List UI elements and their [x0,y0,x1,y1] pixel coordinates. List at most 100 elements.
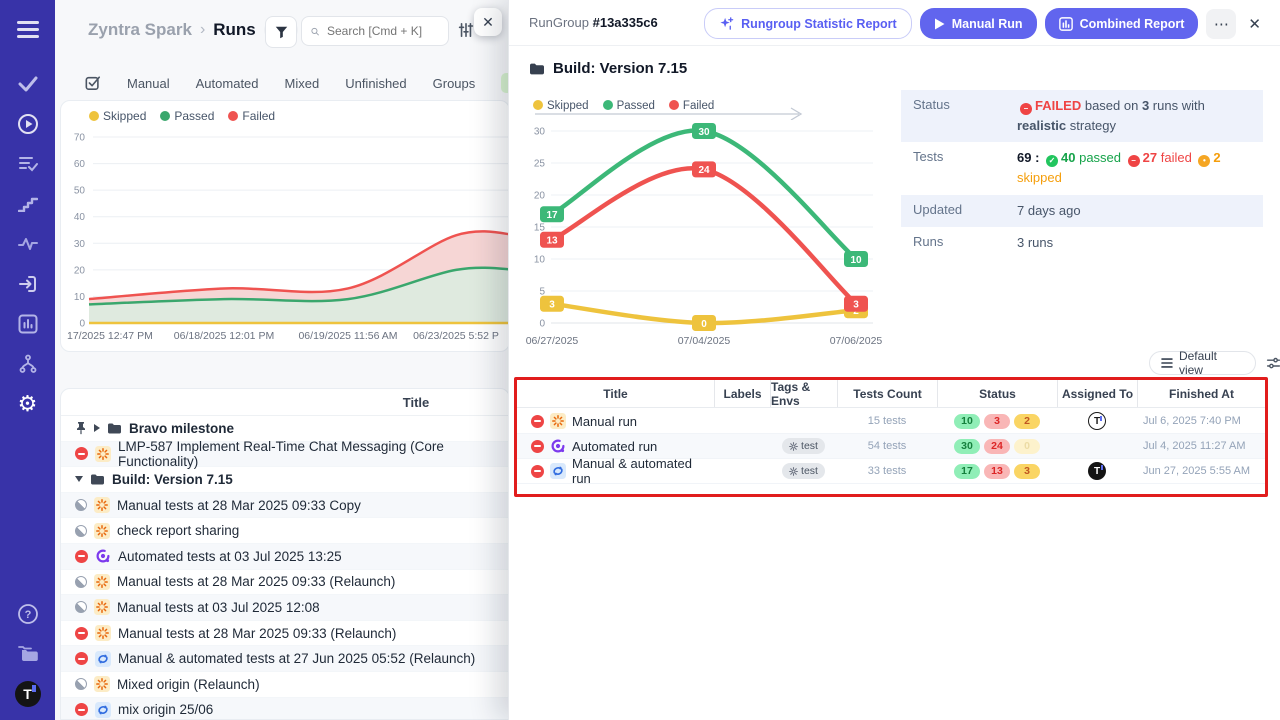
manual-run-type-icon [94,574,110,590]
mixed-run-type-icon [95,651,111,667]
legend-label: Passed [174,109,214,123]
milestones-stairs-icon[interactable] [0,184,55,224]
info-text: 2 [1213,150,1220,165]
chart-legend: Skipped Passed Failed [89,109,275,123]
folder-icon [90,473,105,486]
in-progress-status-icon [75,576,87,588]
close-overlay-button[interactable]: ✕ [474,8,502,36]
finished-at-cell: Jul 6, 2025 7:40 PM [1137,415,1265,427]
chevron-down-icon[interactable] [75,476,83,482]
bar-chart-icon [1059,17,1073,31]
projects-folders-icon[interactable] [0,634,55,674]
list-item[interactable]: Build: Version 7.15 [61,467,509,493]
tab-unfinished[interactable]: Unfinished [345,76,406,91]
legend-item-skipped: Skipped [89,109,146,123]
hamburger-menu-icon[interactable] [0,10,55,50]
list-item[interactable]: Mixed origin (Relaunch) [61,672,509,698]
column-header-assigned-to[interactable]: Assigned To [1057,380,1137,407]
rungroup-statistic-report-button[interactable]: Rungroup Statistic Report [704,8,912,39]
app-root: ⚙ ? T Zyntra Spark › Runs 24 3 [0,0,1280,720]
tests-check-icon[interactable] [0,64,55,104]
info-text: runs with [1149,98,1205,113]
filter-button[interactable] [265,16,297,48]
default-view-button[interactable]: Default view [1149,351,1256,375]
column-header-title[interactable]: Title [517,380,714,407]
column-header-status[interactable]: Status [937,380,1057,407]
failed-status-icon [75,447,88,460]
user-avatar[interactable]: T [0,674,55,714]
chevron-right-icon[interactable] [94,424,100,432]
pipelines-branch-icon[interactable] [0,344,55,384]
column-header-labels[interactable]: Labels [714,380,770,407]
svg-text:10: 10 [534,255,546,266]
combined-report-button[interactable]: Combined Report [1045,8,1199,39]
svg-text:?: ? [24,609,31,621]
runs-play-circle-icon[interactable] [0,104,55,144]
svg-text:10: 10 [74,292,86,303]
svg-text:60: 60 [74,159,86,170]
run-table-row[interactable]: Manual & automated runtest33 tests17133T… [517,459,1265,484]
breadcrumb-project[interactable]: Zyntra Spark [88,20,192,40]
tab-automated[interactable]: Automated [196,76,259,91]
list-item[interactable]: Bravo milestone [61,416,509,442]
list-item[interactable]: Manual tests at 28 Mar 2025 09:33 (Relau… [61,570,509,596]
panel-close-button[interactable]: ✕ [1244,11,1265,37]
svg-text:06/18/2025 12:01 PM: 06/18/2025 12:01 PM [174,330,274,342]
tag-pill[interactable]: test [782,463,825,479]
list-item[interactable]: Automated tests at 03 Jul 2025 13:25 [61,544,509,570]
column-header-finished-at[interactable]: Finished At [1137,380,1265,407]
assignee-avatar[interactable]: T [1088,412,1106,430]
page-title: Runs [213,20,256,40]
columns-settings-icon[interactable] [458,22,474,38]
column-header-tags-envs[interactable]: Tags & Envs [770,380,837,407]
list-item[interactable]: Manual tests at 28 Mar 2025 09:33 Copy [61,493,509,519]
more-actions-button[interactable]: ⋯ [1206,9,1236,39]
automated-run-type-icon [95,548,111,564]
help-icon[interactable]: ? [0,594,55,634]
svg-text:06/19/2025 11:56 AM: 06/19/2025 11:56 AM [298,330,397,342]
tab-mixed[interactable]: Mixed [285,76,320,91]
svg-text:24: 24 [698,165,710,176]
info-text: passed [1075,150,1124,165]
list-item[interactable]: Manual & automated tests at 27 Jun 2025 … [61,646,509,672]
list-item[interactable]: mix origin 25/06 [61,698,509,720]
list-item[interactable]: LMP-587 Implement Real-Time Chat Messagi… [61,442,509,468]
info-label: Runs [913,233,1017,249]
svg-text:25: 25 [534,159,546,170]
select-runs-icon[interactable] [85,75,101,91]
plans-list-check-icon[interactable] [0,144,55,184]
tab-manual[interactable]: Manual [127,76,170,91]
svg-text:06/23/2025 5:52 P: 06/23/2025 5:52 P [413,330,499,342]
panel-actions: Rungroup Statistic Report Manual Run Com… [704,8,1265,39]
tab-groups[interactable]: Groups [433,76,476,91]
manual-run-type-icon [95,446,111,462]
breadcrumb-separator: › [200,21,205,39]
svg-text:30: 30 [74,239,86,250]
info-text: based on [1085,98,1142,113]
analytics-pulse-icon[interactable] [0,224,55,264]
list-item[interactable]: Manual tests at 28 Mar 2025 09:33 (Relau… [61,621,509,647]
reports-bar-chart-icon[interactable] [0,304,55,344]
search-box[interactable] [301,16,449,46]
manual-run-button[interactable]: Manual Run [920,8,1037,39]
legend-label: Failed [242,109,275,123]
list-item[interactable]: check report sharing [61,518,509,544]
search-input[interactable] [325,23,439,39]
assignee-avatar[interactable]: T [1088,462,1106,480]
info-value: –FAILED based on 3 runs with realistic s… [1017,96,1251,136]
tag-pill[interactable]: test [782,438,825,454]
list-item[interactable]: Manual tests at 03 Jul 2025 12:08 [61,595,509,621]
manual-run-type-icon [550,413,566,429]
run-table-row[interactable]: Manual run15 tests1032TJul 6, 2025 7:40 … [517,409,1265,434]
import-icon[interactable] [0,264,55,304]
manual-run-type-icon [94,523,110,539]
svg-text:3: 3 [853,300,859,311]
failed-status-icon [75,652,88,665]
passed-dot-icon [160,111,170,121]
settings-gear-icon[interactable]: ⚙ [0,384,55,424]
column-header-tests-count[interactable]: Tests Count [837,380,937,407]
mixed-run-type-icon [550,463,566,479]
in-progress-status-icon [75,601,87,613]
run-title: Manual tests at 28 Mar 2025 09:33 Copy [117,498,361,513]
table-settings-icon[interactable] [1266,356,1280,371]
